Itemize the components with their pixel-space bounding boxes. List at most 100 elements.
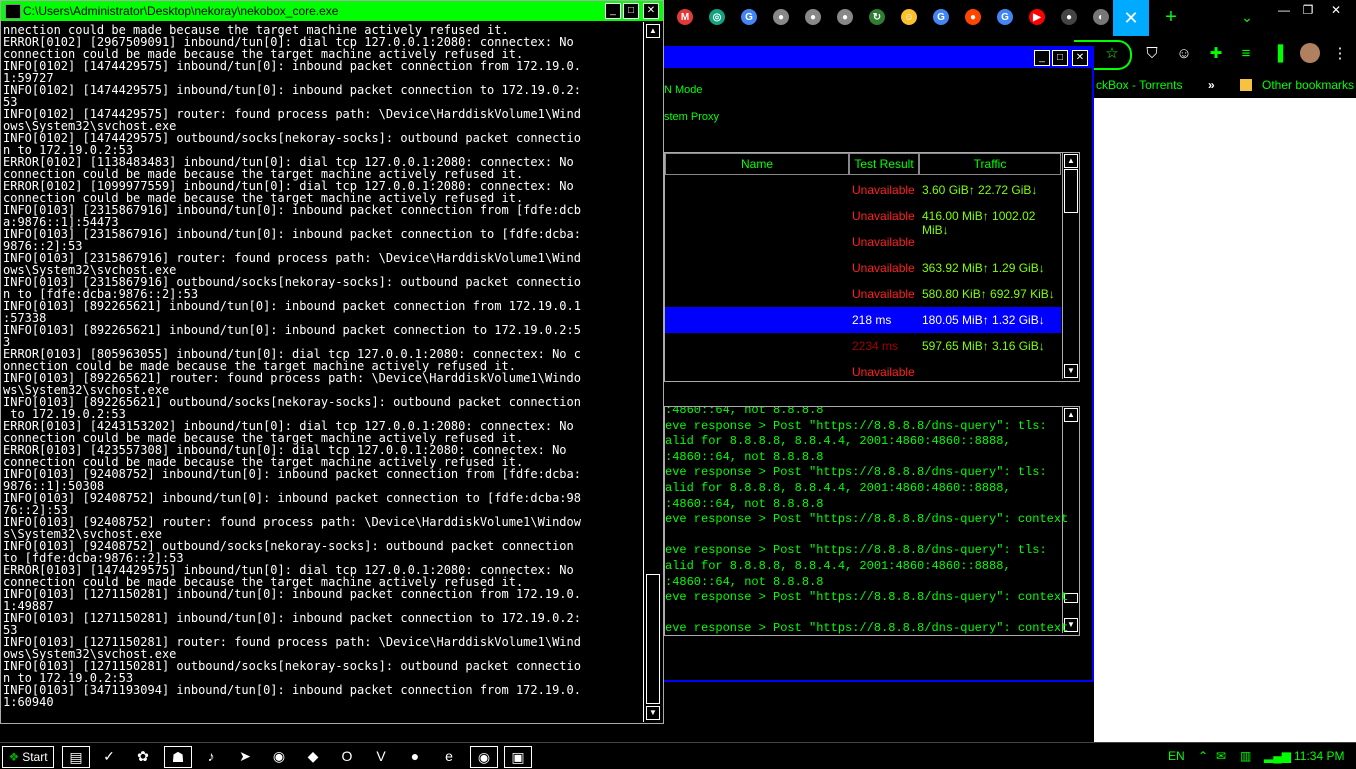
console-line: INFO[0103] [892265621] inbound/tun[0]: i… [3, 299, 581, 313]
column-header-traffic[interactable]: Traffic [919, 153, 1061, 175]
scroll-up-icon[interactable]: ▲ [646, 24, 660, 38]
start-button[interactable]: ❖ Start [2, 746, 54, 768]
table-row[interactable]: Unavailable [665, 229, 1061, 255]
console-scrollbar[interactable]: ▲ ▼ [643, 22, 662, 722]
maximize-icon[interactable]: ❐ [1296, 2, 1320, 18]
shield-icon[interactable]: ⛉ [1142, 43, 1162, 63]
traffic-cell: 580.80 KiB↑ 692.97 KiB↓ [922, 287, 1055, 301]
edge-icon[interactable]: e [436, 746, 462, 766]
scroll-down-icon[interactable]: ▼ [1064, 364, 1078, 378]
table-row[interactable]: Unavailable [665, 359, 1061, 385]
table-row[interactable]: Unavailable 3.60 GiB↑ 22.72 GiB↓ [665, 177, 1061, 203]
tray-app-icon[interactable]: ✉ [1216, 749, 1226, 763]
reddit-icon: ● [773, 9, 789, 25]
browser-tab[interactable]: ● [834, 6, 856, 28]
google-icon: G [997, 9, 1013, 25]
nekoray-title-bar[interactable]: _ □ ✕ [664, 46, 1092, 68]
openai-icon: ◎ [709, 9, 725, 25]
network-icon[interactable]: ▂▄▆ [1264, 749, 1291, 763]
table-row[interactable]: Unavailable 580.80 KiB↑ 692.97 KiB↓ [665, 281, 1061, 307]
reading-list-icon[interactable]: ≡ [1236, 43, 1256, 63]
log-pane[interactable]: ▲ ▼ :4860::64, not 8.8.8.8 eve response >… [664, 406, 1080, 636]
taskbar: ❖ Start ▤ ✓ ✿ ☗ ♪ ➤ ◉ ◆ O V ● e ◉ ▣ EN ⌃ ✉ ▥ ▂▄▆ 11:3… [0, 742, 1356, 769]
scroll-up-icon[interactable]: ▲ [1064, 408, 1078, 422]
close-icon[interactable]: ✕ [643, 3, 659, 19]
active-tab-close-icon[interactable]: ✕ [1113, 0, 1149, 36]
table-row[interactable]: Unavailable 363.92 MiB↑ 1.29 GiB↓ [665, 255, 1061, 281]
web-page-content[interactable] [1094, 98, 1356, 742]
chrome-icon[interactable]: ◉ [266, 746, 292, 766]
traffic-cell: 180.05 MiB↑ 1.32 GiB↓ [922, 313, 1045, 327]
log-line: :4860::64, not 8.8.8.8 [665, 406, 824, 417]
system-proxy-checkbox[interactable]: stem Proxy [664, 111, 719, 123]
scroll-down-icon[interactable]: ▼ [646, 706, 660, 720]
music-icon[interactable]: ♪ [198, 746, 224, 766]
tray-calc-icon[interactable]: ▥ [1240, 749, 1251, 763]
console-line: INFO[0103] [3471193094] inbound/tun[0]: … [3, 683, 581, 697]
minimize-icon[interactable]: — [1272, 2, 1296, 18]
chrome-icon[interactable]: ◉ [470, 746, 498, 768]
table-row[interactable]: Unavailable 416.00 MiB↑ 1002.02 MiB↓ [665, 203, 1061, 237]
scroll-thumb[interactable] [646, 574, 660, 704]
clock[interactable]: 11:34 PM [1294, 749, 1344, 763]
browser-tab[interactable]: ◎ [706, 6, 728, 28]
bookmark-star-icon[interactable]: ☆ [1102, 43, 1122, 63]
browser-tab[interactable]: ● [802, 6, 824, 28]
scroll-thumb[interactable] [1064, 169, 1078, 213]
console-output[interactable]: nnection could be made because the targe… [3, 22, 643, 722]
scroll-up-icon[interactable]: ▲ [1064, 154, 1078, 168]
minimize-icon[interactable]: _ [1034, 50, 1050, 66]
puzzle-icon[interactable]: ✚ [1206, 43, 1226, 63]
vscode-icon[interactable]: ✓ [96, 746, 122, 766]
bookmark-item[interactable]: ckBox - Torrents [1096, 78, 1182, 92]
close-icon[interactable]: ✕ [1072, 50, 1088, 66]
other-bookmarks[interactable]: Other bookmarks [1262, 78, 1354, 92]
column-header-test-result[interactable]: Test Result [849, 153, 919, 175]
explorer-icon[interactable]: ▤ [62, 746, 90, 768]
firefox-icon[interactable]: ● [402, 746, 428, 766]
brave-icon[interactable]: ◆ [300, 746, 326, 766]
browser-tab[interactable]: ↻ [866, 6, 888, 28]
opera-icon[interactable]: O [334, 746, 360, 766]
language-indicator[interactable]: EN [1168, 749, 1185, 763]
browser-tab[interactable]: G [930, 6, 952, 28]
app-icon[interactable]: ✿ [130, 746, 156, 766]
console-line: INFO[0103] [892265621] inbound/tun[0]: i… [3, 323, 581, 337]
user-icon[interactable]: ☗ [164, 746, 192, 768]
log-line: :4860::64, not 8.8.8.8 [665, 574, 824, 589]
browser-tab[interactable]: ☺ [898, 6, 920, 28]
maximize-icon[interactable]: □ [1052, 50, 1068, 66]
browser-tab[interactable]: ● [770, 6, 792, 28]
tab-search-icon[interactable]: ⌄ [1236, 6, 1258, 28]
avatar[interactable] [1300, 43, 1320, 63]
test-result-cell: Unavailable [852, 287, 915, 301]
close-icon[interactable]: ✕ [1324, 2, 1348, 18]
log-line: alid for 8.8.8.8, 8.8.4.4, 2001:4860:486… [665, 434, 1011, 449]
extension-user-icon[interactable]: ☺ [1174, 43, 1194, 63]
minimize-icon[interactable]: _ [605, 3, 621, 19]
telegram-icon[interactable]: ➤ [232, 746, 258, 766]
console-title-bar[interactable]: C:\Users\Administrator\Desktop\nekoray\n… [1, 1, 663, 21]
maximize-icon[interactable]: □ [623, 3, 639, 19]
vivaldi-icon[interactable]: V [368, 746, 394, 766]
side-panel-icon[interactable]: ▐ [1268, 43, 1288, 63]
menu-icon[interactable]: ⋮ [1330, 43, 1350, 63]
tray-expand-icon[interactable]: ⌃ [1198, 749, 1208, 763]
browser-tab[interactable]: G [738, 6, 760, 28]
start-label: Start [22, 750, 48, 764]
tun-mode-checkbox[interactable]: N Mode [664, 84, 703, 96]
new-tab-button[interactable]: + [1160, 6, 1182, 28]
table-row[interactable]: 2234 ms 597.65 MiB↑ 3.16 GiB↓ [665, 333, 1061, 359]
browser-tab[interactable]: ▶ [1026, 6, 1048, 28]
table-row[interactable]: 218 ms 180.05 MiB↑ 1.32 GiB↓ [665, 307, 1061, 333]
browser-tab[interactable]: ◐ [1090, 6, 1112, 28]
browser-tab[interactable]: G [994, 6, 1016, 28]
table-scrollbar[interactable]: ▲ ▼ [1062, 153, 1079, 379]
bookmarks-overflow-icon[interactable]: » [1208, 78, 1215, 92]
browser-tab[interactable]: M [674, 6, 696, 28]
column-header-name[interactable]: Name [665, 153, 849, 175]
console-line: INFO[0102] [1474429575] inbound/tun[0]: … [3, 83, 581, 97]
window-icon[interactable]: ▣ [504, 746, 532, 768]
browser-tab[interactable]: ● [1058, 6, 1080, 28]
browser-tab[interactable]: ● [962, 6, 984, 28]
